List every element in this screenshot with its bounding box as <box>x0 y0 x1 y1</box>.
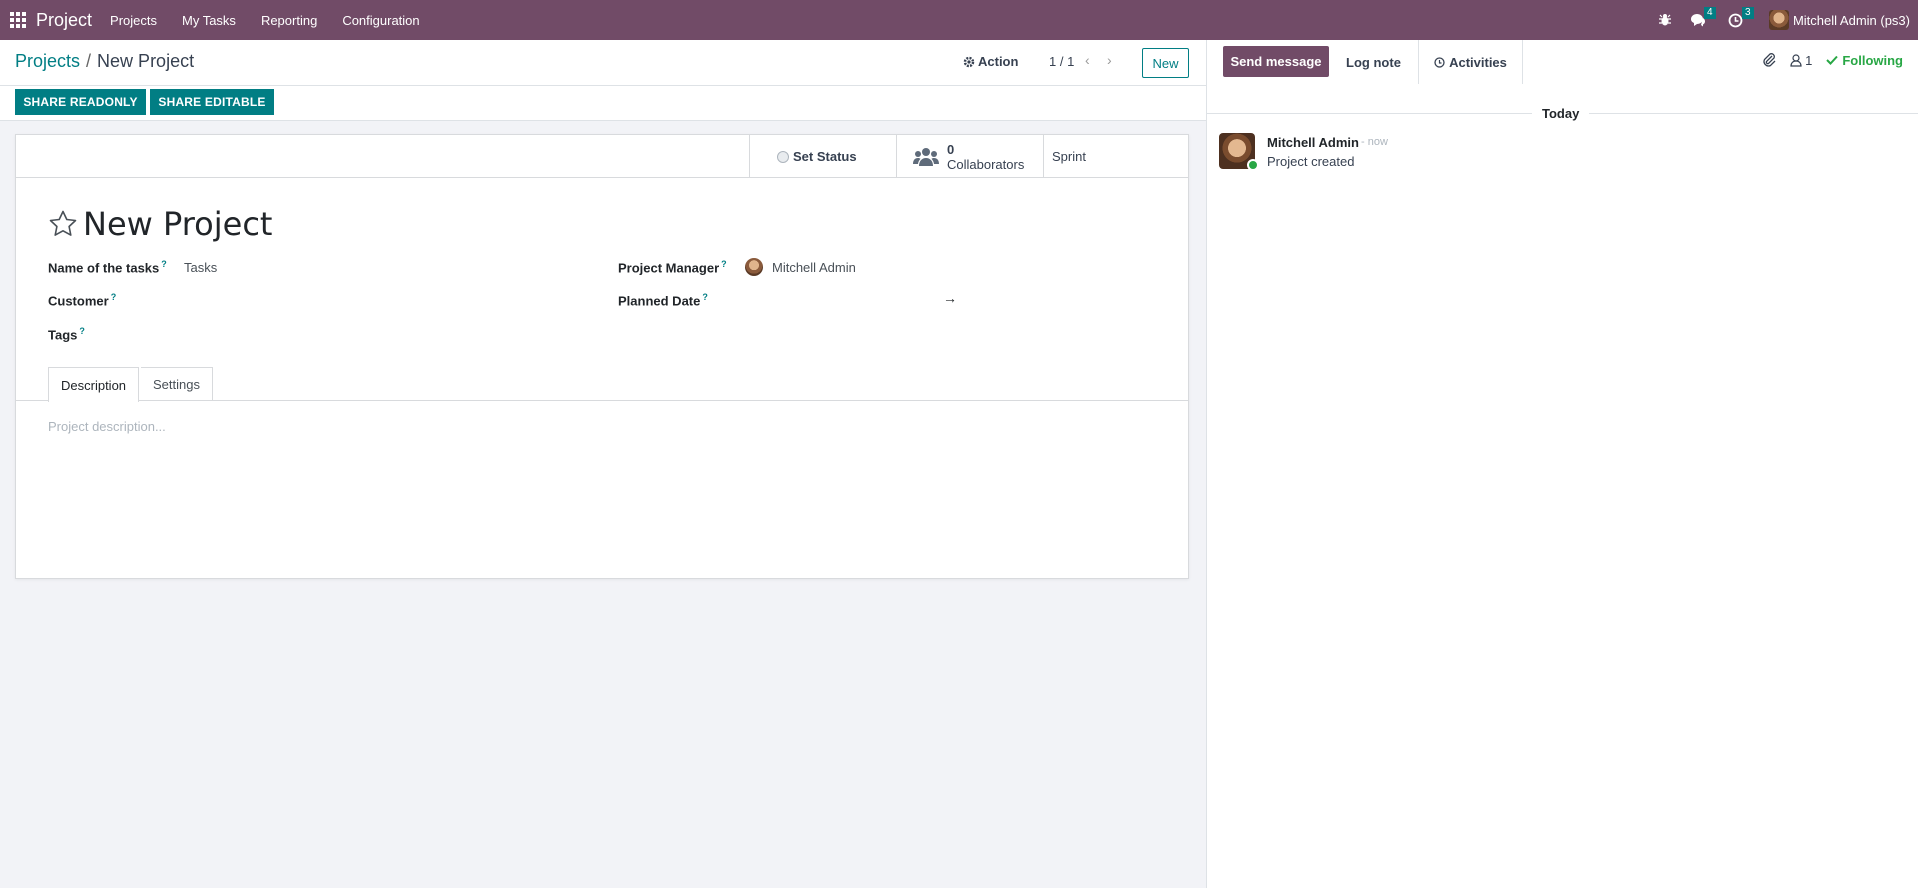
status-circle-icon <box>777 150 789 163</box>
menu-reporting[interactable]: Reporting <box>261 13 317 28</box>
followers-button[interactable]: 1 <box>1790 53 1812 68</box>
user-name: Mitchell Admin (ps3) <box>1792 12 1910 28</box>
send-message-button[interactable]: Send message <box>1223 46 1329 77</box>
date-separator-label: Today <box>1532 106 1590 121</box>
manager-avatar <box>745 258 763 276</box>
activities-clock-icon[interactable]: 3 <box>1728 6 1754 28</box>
pager-previous-icon[interactable]: ‹ <box>1085 52 1090 68</box>
collaborators-label: Collaborators <box>947 156 1025 172</box>
menu-projects[interactable]: Projects <box>110 13 157 28</box>
following-label: Following <box>1842 52 1903 68</box>
tasks-name-label: Name of the tasks? <box>48 259 167 276</box>
debug-icon[interactable] <box>1658 13 1672 27</box>
form-tabs: Description Settings <box>16 367 1188 402</box>
project-manager-value: Mitchell Admin <box>772 259 856 275</box>
project-name-field[interactable]: New Project <box>83 205 272 243</box>
help-tooltip-icon[interactable]: ? <box>161 259 167 269</box>
user-icon <box>1790 53 1802 67</box>
activities-label: Activities <box>1449 54 1507 70</box>
tasks-name-input[interactable]: Tasks <box>184 260 217 275</box>
customer-input[interactable] <box>184 289 564 309</box>
share-bar: SHARE READONLY SHARE EDITABLE <box>0 86 1206 121</box>
tab-settings[interactable]: Settings <box>141 367 213 401</box>
apps-menu-icon[interactable] <box>0 0 36 40</box>
breadcrumb-current: New Project <box>97 51 195 71</box>
menu-my-tasks[interactable]: My Tasks <box>182 13 236 28</box>
activities-count-badge: 3 <box>1741 6 1754 19</box>
help-tooltip-icon[interactable]: ? <box>79 326 85 336</box>
collaborators-count: 0 <box>947 141 955 157</box>
tags-input[interactable] <box>184 323 564 343</box>
planned-date-end-input[interactable] <box>966 289 1166 309</box>
top-navbar: Project Projects My Tasks Reporting Conf… <box>0 0 1918 40</box>
tab-description[interactable]: Description <box>48 367 140 402</box>
set-status-label: Set Status <box>793 149 857 164</box>
share-readonly-button[interactable]: SHARE READONLY <box>15 89 146 115</box>
message-time: - now <box>1361 136 1388 148</box>
project-manager-input[interactable]: Mitchell Admin <box>745 258 856 276</box>
paperclip-icon[interactable] <box>1762 52 1776 68</box>
activities-button[interactable]: Activities <box>1419 40 1523 84</box>
new-button[interactable]: New <box>1142 48 1189 78</box>
clock-icon <box>1434 56 1445 68</box>
help-tooltip-icon[interactable]: ? <box>721 259 727 269</box>
user-menu[interactable]: Mitchell Admin (ps3) <box>1768 10 1910 30</box>
collaborators-button[interactable]: 0 Collaborators <box>896 135 1043 178</box>
planned-date-label: Planned Date? <box>618 292 708 309</box>
set-status-button[interactable]: Set Status <box>749 135 896 178</box>
gear-icon <box>963 56 975 67</box>
date-range-arrow-icon: → <box>943 290 957 306</box>
message-author[interactable]: Mitchell Admin <box>1267 135 1359 150</box>
messages-count-badge: 4 <box>1703 7 1716 19</box>
user-avatar <box>1768 10 1789 30</box>
action-menu-button[interactable]: Action <box>963 54 1018 69</box>
message-body: Project created <box>1267 154 1355 169</box>
log-note-button[interactable]: Log note <box>1329 40 1419 84</box>
app-name[interactable]: Project <box>36 10 92 31</box>
followers-count: 1 <box>1805 52 1813 68</box>
online-status-icon <box>1247 159 1259 171</box>
users-icon <box>913 147 939 166</box>
share-editable-button[interactable]: SHARE EDITABLE <box>150 89 274 115</box>
planned-date-start-input[interactable] <box>745 289 945 309</box>
pager-value[interactable]: 1 / 1 <box>1049 54 1074 69</box>
breadcrumb: Projects / New Project <box>15 51 194 72</box>
messages-icon[interactable]: 4 <box>1690 7 1716 27</box>
customer-label: Customer? <box>48 292 117 309</box>
project-manager-label: Project Manager? <box>618 259 727 276</box>
check-icon <box>1826 55 1839 65</box>
action-label: Action <box>978 54 1019 69</box>
menu-configuration[interactable]: Configuration <box>342 13 419 28</box>
description-editor[interactable]: Project description... <box>48 419 166 434</box>
breadcrumb-separator: / <box>86 51 92 71</box>
pager-next-icon[interactable]: › <box>1107 52 1112 68</box>
sprint-button[interactable]: Sprint <box>1043 135 1188 178</box>
chatter-topbar: Send message Log note Activities 1 Follo… <box>1207 40 1918 84</box>
following-button[interactable]: Following <box>1826 53 1903 68</box>
chatter-panel: Send message Log note Activities 1 Follo… <box>1206 40 1918 888</box>
control-panel: Projects / New Project Action 1 / 1 ‹ › Ne… <box>0 40 1206 86</box>
form-sheet: Set Status 0 Collaborators Sprint New Pr… <box>15 134 1189 579</box>
favorite-star-icon[interactable] <box>48 209 78 239</box>
breadcrumb-projects-link[interactable]: Projects <box>15 51 80 71</box>
tags-label: Tags? <box>48 326 85 343</box>
form-statusbar: Set Status 0 Collaborators Sprint <box>16 135 1188 178</box>
help-tooltip-icon[interactable]: ? <box>702 292 708 302</box>
help-tooltip-icon[interactable]: ? <box>111 292 117 302</box>
